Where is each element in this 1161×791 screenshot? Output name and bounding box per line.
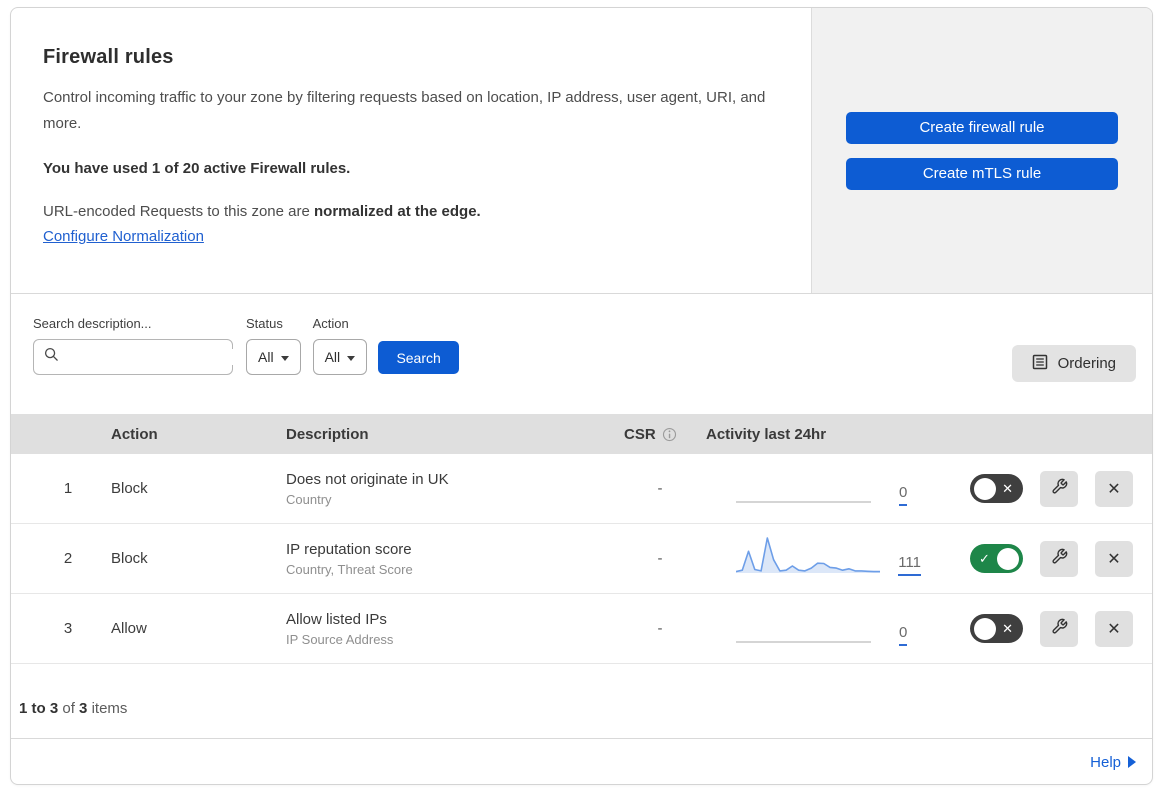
status-dropdown[interactable]: All [246,339,301,375]
toggle-state-icon: ✕ [1002,620,1013,636]
info-icon[interactable] [662,427,677,442]
activity-count-link[interactable]: 0 [899,484,908,506]
items-text: items [91,699,128,717]
table-row: 3 Allow Allow listed IPs IP Source Addre… [11,594,1152,664]
rule-priority: 2 [63,550,73,567]
create-mtls-rule-button[interactable]: Create mTLS rule [846,157,1118,190]
of-text: of [62,699,75,717]
normalization-note: URL-encoded Requests to this zone are no… [43,203,771,220]
table-row: 1 Block Does not originate in UK Country… [11,454,1152,524]
actions-panel: Create firewall rule Create mTLS rule [811,8,1152,293]
top-section: Firewall rules Control incoming traffic … [11,8,1152,294]
arrow-right-icon [1128,756,1136,768]
wrench-icon [1051,478,1068,500]
table-row: 2 Block IP reputation score Country, Thr… [11,524,1152,594]
action-dropdown[interactable]: All [312,339,368,375]
edit-rule-button[interactable] [1040,540,1078,577]
rule-fields: IP Source Address [286,631,394,647]
rule-priority: 1 [63,480,73,497]
activity-sparkline [736,500,871,503]
firewall-rules-panel: Firewall rules Control incoming traffic … [10,7,1153,785]
table-header: Action Description CSR Activity last 24h… [11,414,1152,454]
search-icon [44,347,59,367]
activity-column-header: Activity last 24hr [706,425,827,443]
ordering-label: Ordering [1057,355,1116,372]
toggle-knob [974,477,996,500]
search-input[interactable] [67,349,248,365]
close-icon: ✕ [1107,550,1121,568]
delete-rule-button[interactable]: ✕ [1095,610,1133,647]
edit-rule-button[interactable] [1040,610,1078,647]
rule-action: Block [111,480,148,497]
activity-sparkline [736,536,881,573]
pagination-summary: 1 to 3 of 3 items [11,664,1152,739]
toggle-state-icon: ✕ [1002,480,1013,496]
total-text: 3 [79,699,88,717]
csr-column-header: CSR [614,426,706,443]
edit-rule-button[interactable] [1040,470,1078,507]
wrench-icon [1051,548,1068,570]
close-icon: ✕ [1107,480,1121,498]
range-text: 1 to 3 [19,699,59,717]
help-label: Help [1090,753,1121,771]
rule-action: Block [111,550,148,567]
activity-sparkline [736,640,871,643]
page-description: Control incoming traffic to your zone by… [43,89,766,133]
close-icon: ✕ [1107,620,1121,638]
usage-summary: You have used 1 of 20 active Firewall ru… [43,159,351,177]
activity-count-link[interactable]: 111 [898,554,921,576]
normalization-bold: normalized at the edge. [314,202,481,220]
search-box[interactable] [33,339,248,375]
toggle-state-icon: ✓ [979,550,990,566]
configure-normalization-link[interactable]: Configure Normalization [43,228,204,245]
delete-rule-button[interactable]: ✕ [1095,470,1133,507]
action-filter-value: All [324,349,341,365]
rule-csr: - [657,620,663,637]
description-column-header: Description [286,425,369,443]
toggle-knob [974,617,996,640]
rule-fields: Country [286,491,332,507]
intro-block: Firewall rules Control incoming traffic … [11,8,811,293]
rule-csr: - [657,550,663,567]
rule-enabled-toggle[interactable]: ✓ [970,544,1023,573]
status-label: Status [246,316,283,331]
help-link[interactable]: Help [1090,754,1136,771]
filter-bar: Search description... Status All Action [11,294,1152,414]
action-column-header: Action [111,425,158,443]
normalization-text: URL-encoded Requests to this zone are [43,202,314,220]
rule-priority: 3 [63,620,73,637]
rule-csr: - [657,480,663,497]
activity-count-link[interactable]: 0 [899,624,908,646]
ordering-button[interactable]: Ordering [1011,345,1136,382]
rule-description[interactable]: IP reputation score [286,541,614,558]
status-value: All [258,349,274,365]
list-document-icon [1032,354,1048,374]
create-firewall-rule-button[interactable]: Create firewall rule [846,111,1118,144]
search-label: Search description... [33,316,152,331]
rule-enabled-toggle[interactable]: ✕ [970,474,1023,503]
toggle-knob [997,547,1019,570]
chevron-down-icon [347,355,356,361]
rule-fields: Country, Threat Score [286,561,413,577]
rule-description[interactable]: Does not originate in UK [286,471,614,488]
rule-action: Allow [111,620,147,637]
delete-rule-button[interactable]: ✕ [1095,540,1133,577]
search-button[interactable]: Search [378,341,460,374]
chevron-down-icon [280,355,289,361]
help-bar: Help [11,739,1152,784]
page-title: Firewall rules [43,46,174,68]
wrench-icon [1051,618,1068,640]
action-filter-label: Action [312,316,349,331]
rule-enabled-toggle[interactable]: ✕ [970,614,1023,643]
rule-description[interactable]: Allow listed IPs [286,611,614,628]
